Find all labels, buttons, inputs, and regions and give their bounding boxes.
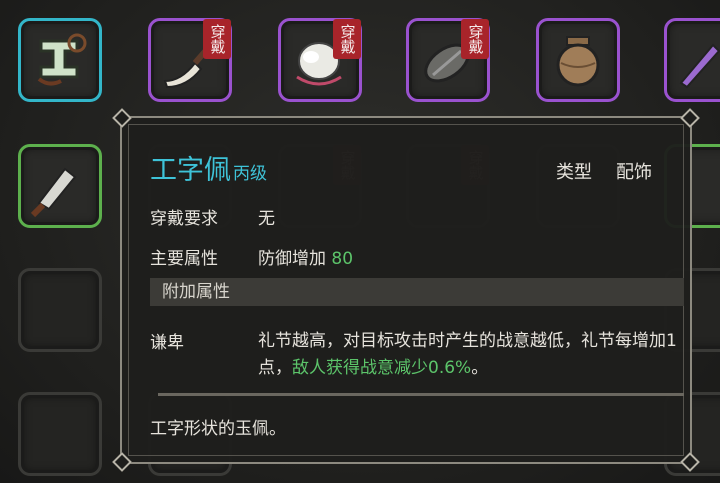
effect-description: 礼节越高，对目标攻击时产生的战意越低，礼节每增加1点，敌人获得战意减少0.6%。 [258, 328, 678, 382]
item-type-value: 配饰 [616, 162, 652, 183]
equipped-badge: 穿戴 [333, 19, 361, 59]
purple-blade-icon [679, 43, 720, 89]
equipped-badge: 穿戴 [203, 19, 231, 59]
main-attribute-label: 主要属性 [150, 249, 218, 269]
cleaver-icon [30, 167, 77, 218]
item-grade: 丙级 [233, 164, 267, 184]
inventory-slot-purple-blade[interactable] [664, 18, 720, 102]
main-attribute-number: 80 [331, 249, 354, 269]
item-type-label: 类型 [556, 162, 592, 183]
requirement-value: 无 [258, 209, 275, 229]
main-attribute-text: 防御增加 [258, 249, 326, 269]
clay-jar-icon [556, 36, 600, 87]
inventory-slot-empty[interactable] [18, 392, 102, 476]
jade-pendant-icon [37, 33, 87, 86]
extra-attributes-header: 附加属性 [150, 278, 684, 306]
item-flavor-text: 工字形状的玉佩。 [150, 419, 286, 439]
item-tooltip: 工字佩 丙级 类型 配饰 穿戴要求 无 主要属性 防御增加 80 附加属性 谦卑 … [112, 108, 700, 472]
tooltip-divider [158, 393, 684, 396]
effect-description-highlight: 敌人获得战意减少0.6% [292, 358, 472, 378]
item-name-text: 工字佩 [150, 155, 231, 186]
item-name: 工字佩 丙级 [150, 148, 267, 187]
inventory-slot-fur-cloak[interactable]: 穿戴 [278, 18, 362, 102]
inventory-slot-dagger[interactable]: 穿戴 [148, 18, 232, 102]
effect-description-end: 。 [471, 358, 489, 378]
inventory-slot-iron-shield[interactable]: 穿戴 [406, 18, 490, 102]
equipped-badge: 穿戴 [461, 19, 489, 59]
inventory-slot-empty[interactable] [18, 268, 102, 352]
inventory-slot-clay-jar[interactable] [536, 18, 620, 102]
inventory-slot-jade-pendant[interactable] [18, 18, 102, 102]
inventory-slot-cleaver[interactable] [18, 144, 102, 228]
effect-name: 谦卑 [150, 333, 184, 353]
main-attribute-value: 防御增加 80 [258, 244, 353, 269]
requirement-label: 穿戴要求 [150, 209, 218, 229]
